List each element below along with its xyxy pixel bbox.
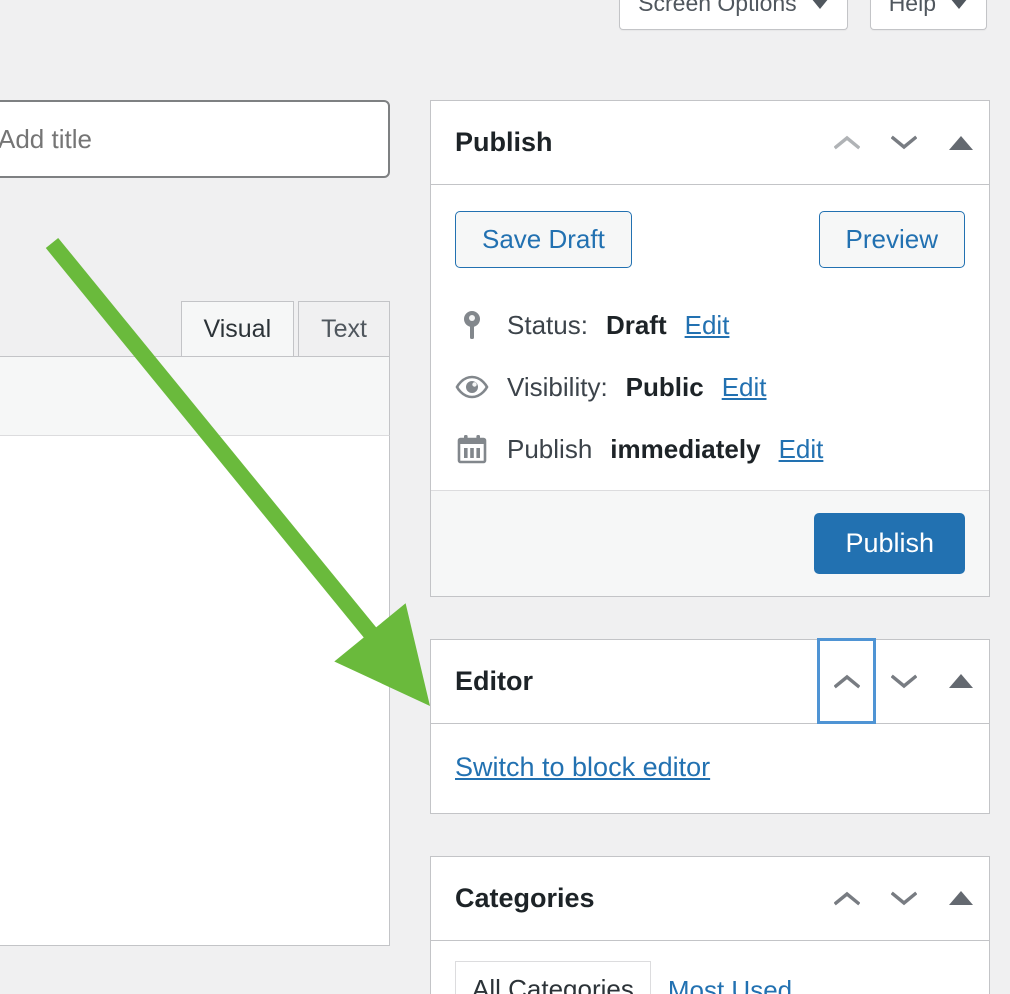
post-title-area — [0, 100, 390, 178]
status-edit-link[interactable]: Edit — [685, 310, 730, 341]
categories-toggle-panel-button[interactable] — [932, 856, 989, 940]
wordpress-classic-editor-screen: Screen Options Help Visual Text Publish — [0, 0, 1010, 994]
chevron-down-icon — [890, 135, 917, 150]
tab-all-categories[interactable]: All Categories — [455, 960, 651, 994]
editor-postbox-header: Editor — [431, 639, 989, 724]
triangle-up-icon — [948, 135, 973, 150]
categories-move-up-button[interactable] — [818, 856, 875, 940]
publish-move-up-button[interactable] — [818, 101, 875, 185]
status-row: Status: Draft Edit — [455, 294, 965, 356]
editor-move-down-button[interactable] — [875, 639, 932, 723]
publish-minor-actions: Save Draft Preview Status: Draft Edit Vi… — [431, 185, 989, 490]
editor-postbox: Editor Switch to block editor — [430, 638, 990, 814]
editor-postbox-body: Switch to block editor — [431, 724, 989, 813]
eye-icon — [455, 370, 489, 404]
chevron-up-icon — [833, 891, 860, 905]
sidebar-postbox-container: Publish Save Draft Preview Status: Draft… — [430, 100, 990, 994]
categories-handle-actions — [818, 856, 989, 940]
visibility-value: Public — [625, 371, 704, 402]
post-title-input[interactable] — [0, 100, 390, 178]
publish-postbox-title: Publish — [455, 127, 553, 157]
editor-toggle-panel-button[interactable] — [932, 639, 989, 723]
editor-postbox-title: Editor — [455, 665, 533, 696]
tab-most-used-label: Most Used — [667, 974, 793, 994]
publish-date-edit-link[interactable]: Edit — [779, 434, 824, 465]
editor-toolbar[interactable] — [0, 356, 390, 436]
triangle-up-icon — [948, 891, 973, 906]
content-editor: Visual Text — [0, 298, 390, 946]
editor-move-up-button[interactable] — [818, 639, 875, 724]
tab-most-used[interactable]: Most Used — [651, 962, 809, 994]
help-label: Help — [888, 0, 936, 16]
publish-major-actions: Publish — [431, 490, 989, 596]
publish-button[interactable]: Publish — [814, 513, 965, 574]
editor-handle-actions — [818, 639, 989, 724]
pin-icon — [455, 308, 489, 342]
triangle-up-icon — [948, 674, 973, 689]
screen-options-button[interactable]: Screen Options — [619, 0, 848, 30]
save-draft-button[interactable]: Save Draft — [455, 211, 632, 269]
categories-move-down-button[interactable] — [875, 856, 932, 940]
publish-date-label: Publish — [507, 433, 593, 464]
chevron-up-icon — [833, 135, 860, 150]
visibility-edit-link[interactable]: Edit — [722, 372, 767, 403]
tab-visual[interactable]: Visual — [180, 301, 295, 356]
status-label: Status: — [507, 309, 588, 340]
screen-options-label: Screen Options — [638, 0, 797, 16]
publish-handle-actions — [818, 101, 989, 185]
publish-toggle-panel-button[interactable] — [932, 101, 989, 185]
chevron-up-icon — [833, 674, 860, 688]
tab-text-label: Text — [321, 315, 367, 343]
preview-button[interactable]: Preview — [818, 211, 965, 269]
chevron-down-icon — [950, 0, 968, 10]
status-value: Draft — [605, 309, 667, 340]
visibility-label: Visibility: — [507, 371, 608, 402]
publish-date-row: Publish immediately Edit — [455, 418, 965, 480]
chevron-down-icon — [890, 891, 917, 905]
editor-mode-tabs: Visual Text — [0, 298, 390, 356]
help-button[interactable]: Help — [869, 0, 987, 30]
publish-date-value: immediately — [610, 433, 761, 464]
tab-all-categories-label: All Categories — [472, 973, 634, 994]
tab-text[interactable]: Text — [298, 301, 390, 356]
categories-postbox-header: Categories — [431, 857, 989, 941]
switch-to-block-editor-link[interactable]: Switch to block editor — [455, 752, 710, 782]
screen-meta-links: Screen Options Help — [619, 0, 987, 30]
publish-postbox: Publish Save Draft Preview Status: Draft… — [430, 100, 990, 597]
chevron-down-icon — [810, 0, 829, 10]
visibility-row: Visibility: Public Edit — [455, 356, 965, 418]
publish-postbox-header: Publish — [431, 101, 989, 185]
chevron-down-icon — [890, 674, 917, 688]
calendar-icon — [455, 432, 489, 466]
categories-postbox: Categories All Categories Most Used — [430, 855, 990, 994]
categories-postbox-title: Categories — [455, 882, 595, 913]
publish-postbox-body: Save Draft Preview Status: Draft Edit Vi… — [431, 185, 989, 596]
tab-visual-label: Visual — [203, 315, 272, 343]
editor-content-canvas[interactable] — [0, 436, 390, 946]
categories-postbox-body: All Categories Most Used — [431, 941, 989, 994]
publish-move-down-button[interactable] — [875, 101, 932, 185]
publish-button-row: Save Draft Preview — [455, 211, 965, 269]
categories-tabs: All Categories Most Used — [455, 960, 965, 994]
